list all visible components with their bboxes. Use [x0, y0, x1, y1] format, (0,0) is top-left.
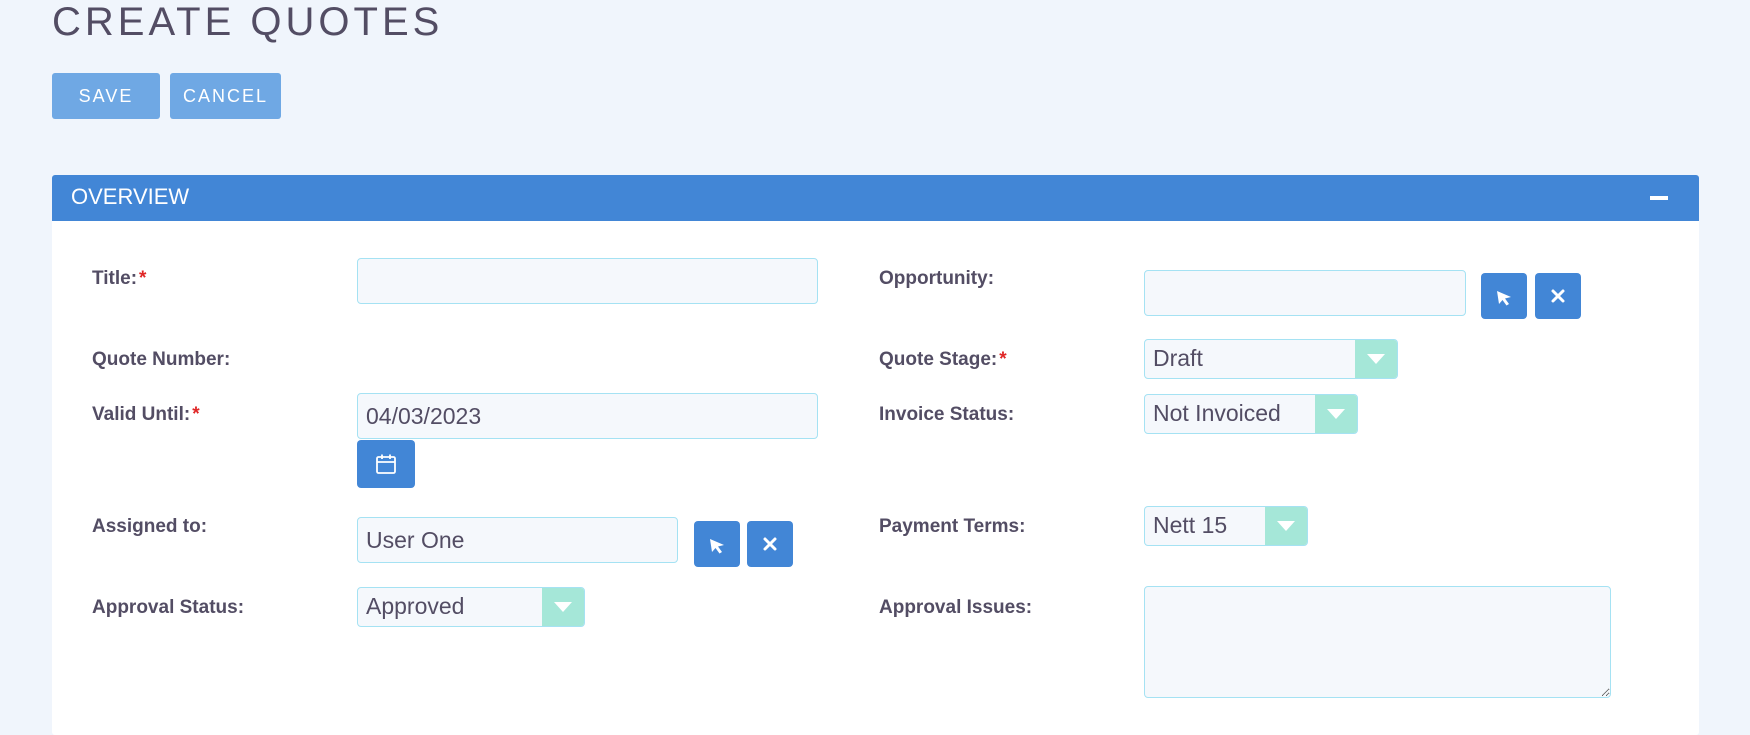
approval-issues-textarea[interactable] — [1144, 586, 1611, 698]
chevron-down-icon — [1315, 395, 1357, 433]
quote-stage-label: Quote Stage: * — [879, 349, 1007, 371]
opportunity-input[interactable] — [1144, 270, 1466, 316]
approval-status-select[interactable]: Approved — [357, 587, 585, 627]
assigned-to-label: Assigned to: — [92, 516, 208, 537]
clear-opportunity-button[interactable] — [1535, 273, 1581, 319]
cancel-button[interactable]: CANCEL — [170, 73, 281, 119]
quote-stage-value: Draft — [1153, 345, 1203, 371]
valid-until-input[interactable] — [357, 393, 818, 439]
title-label-text: Title: — [92, 268, 138, 289]
select-user-button[interactable] — [694, 521, 740, 567]
cursor-arrow-icon — [1497, 291, 1511, 306]
required-mark: * — [999, 349, 1007, 370]
chevron-down-icon — [1355, 340, 1397, 378]
title-input[interactable] — [357, 258, 818, 304]
chevron-down-icon — [542, 588, 584, 626]
save-button[interactable]: SAVE — [52, 73, 160, 119]
minus-icon[interactable] — [1650, 196, 1668, 200]
valid-until-label: Valid Until: * — [92, 404, 200, 426]
select-opportunity-button[interactable] — [1481, 273, 1527, 319]
valid-until-label-text: Valid Until: — [92, 404, 191, 425]
cursor-arrow-icon — [710, 539, 724, 554]
calendar-icon — [376, 454, 396, 474]
overview-panel-title: OVERVIEW — [71, 184, 190, 209]
required-mark: * — [192, 404, 200, 425]
required-mark: * — [139, 268, 147, 289]
overview-panel-header[interactable]: OVERVIEW — [52, 175, 1699, 221]
invoice-status-value: Not Invoiced — [1153, 400, 1281, 426]
page-title: CREATE QUOTES — [52, 0, 444, 44]
calendar-button[interactable] — [357, 440, 415, 488]
approval-status-label: Approval Status: — [92, 597, 245, 618]
payment-terms-value: Nett 15 — [1153, 512, 1228, 538]
close-icon — [763, 537, 777, 551]
quote-stage-label-text: Quote Stage: — [879, 349, 998, 370]
approval-issues-label: Approval Issues: — [879, 597, 1033, 618]
quote-number-label: Quote Number: — [92, 349, 231, 370]
chevron-down-icon — [1265, 507, 1307, 545]
close-icon — [1551, 289, 1565, 303]
opportunity-label: Opportunity: — [879, 268, 995, 289]
clear-user-button[interactable] — [747, 521, 793, 567]
approval-status-value: Approved — [366, 593, 465, 619]
quote-stage-select[interactable]: Draft — [1144, 339, 1398, 379]
payment-terms-select[interactable]: Nett 15 — [1144, 506, 1308, 546]
invoice-status-select[interactable]: Not Invoiced — [1144, 394, 1358, 434]
payment-terms-label: Payment Terms: — [879, 516, 1026, 537]
invoice-status-label: Invoice Status: — [879, 404, 1015, 425]
title-label: Title: * — [92, 268, 146, 290]
assigned-to-input[interactable] — [357, 517, 678, 563]
